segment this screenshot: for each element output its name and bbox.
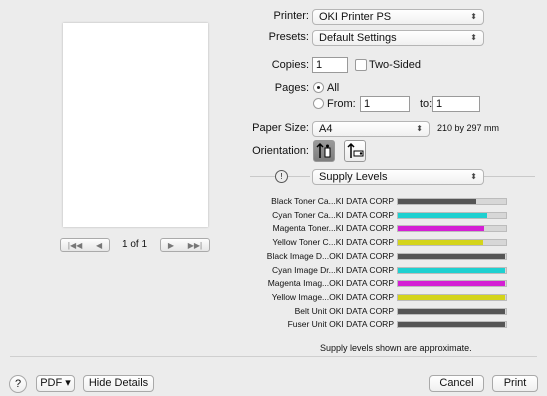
supply-level-bar [397, 307, 507, 315]
footer-divider [10, 356, 537, 357]
page-indicator: 1 of 1 [122, 239, 148, 250]
pages-all-radio[interactable] [313, 82, 324, 93]
supply-name: Black Toner Ca...KI DATA CORP [271, 196, 394, 206]
pages-from-radio[interactable] [313, 98, 324, 109]
two-sided-label: Two-Sided [369, 59, 421, 71]
supply-level-bar [397, 266, 507, 274]
info-icon[interactable]: ! [275, 170, 288, 183]
supply-name: Yellow Toner C...KI DATA CORP [272, 237, 394, 248]
presets-label: Presets: [268, 31, 309, 43]
hide-details-button[interactable]: Hide Details [83, 375, 154, 392]
orientation-label: Orientation: [252, 145, 309, 157]
supply-level-bar [397, 198, 507, 205]
supply-level-fill [398, 199, 476, 204]
supply-name: Fuser Unit OKI DATA CORP [287, 319, 394, 330]
supply-name: Black Image D...OKI DATA CORP [266, 250, 394, 261]
supply-row: Black Image D...OKI DATA CORP [200, 250, 512, 262]
supply-level-bar [397, 293, 507, 301]
supply-level-bar [397, 211, 507, 219]
popup-arrows-icon: ⬍ [470, 33, 477, 42]
supply-name: Yellow Image...OKI DATA CORP [271, 291, 394, 302]
supply-row: Yellow Image...OKI DATA CORP [200, 291, 512, 303]
supply-name: Belt Unit OKI DATA CORP [294, 305, 394, 316]
portrait-icon [316, 142, 331, 158]
supply-row: Cyan Image Dr...KI DATA CORP [200, 264, 512, 276]
section-value: Supply Levels [319, 171, 388, 183]
pages-to-label: to: [420, 98, 433, 110]
supply-level-fill [398, 253, 505, 259]
paper-size-value: A4 [319, 123, 333, 135]
supply-level-fill [398, 322, 505, 328]
popup-arrows-icon: ⬍ [470, 12, 477, 21]
supply-level-fill [398, 212, 487, 218]
landscape-icon [347, 142, 364, 158]
pages-from-field[interactable]: 1 [360, 96, 410, 112]
supply-level-fill [398, 308, 505, 314]
presets-value: Default Settings [319, 32, 397, 44]
copies-label: Copies: [271, 59, 309, 71]
cancel-button[interactable]: Cancel [429, 375, 484, 392]
orientation-portrait-button[interactable] [313, 140, 335, 162]
supply-level-fill [398, 294, 505, 300]
supply-level-bar [397, 321, 507, 329]
supply-name: Cyan Toner Ca...KI DATA CORP [272, 209, 394, 220]
page-preview [63, 23, 208, 227]
pages-from-label: From: [327, 98, 356, 110]
supply-row: Magenta Imag...OKI DATA CORP [200, 278, 512, 289]
supply-level-bar [397, 239, 507, 247]
supply-level-bar [397, 280, 507, 288]
pages-to-field[interactable]: 1 [432, 96, 480, 112]
supply-level-bar [397, 252, 507, 260]
popup-arrows-icon: ⬍ [470, 172, 477, 181]
supply-row: Magenta Toner...KI DATA CORP [200, 223, 512, 234]
next-page-button[interactable]: ▶ [168, 241, 174, 250]
pdf-menu-button[interactable]: PDF ▾ [36, 375, 75, 392]
two-sided-checkbox[interactable] [355, 59, 367, 71]
supply-name: Cyan Image Dr...KI DATA CORP [271, 264, 394, 275]
supply-levels-note: Supply levels shown are approximate. [320, 343, 472, 353]
supply-row: Belt Unit OKI DATA CORP [200, 305, 512, 317]
copies-field[interactable]: 1 [312, 57, 348, 73]
supply-row: Black Toner Ca...KI DATA CORP [200, 196, 512, 207]
first-page-button[interactable]: |◀◀ [68, 241, 82, 250]
preview-pager: |◀◀ ◀ 1 of 1 ▶ ▶▶| [60, 238, 210, 252]
section-divider-right [483, 176, 535, 177]
supply-row: Fuser Unit OKI DATA CORP [200, 319, 512, 330]
supply-level-fill [398, 267, 505, 273]
popup-arrows-icon: ⬍ [416, 124, 423, 133]
paper-size-label: Paper Size: [252, 122, 309, 134]
paper-size-popup[interactable]: A4 ⬍ [312, 121, 430, 137]
print-button[interactable]: Print [492, 375, 538, 392]
supply-level-fill [398, 226, 485, 232]
preview-nav-back-group: |◀◀ ◀ [60, 238, 110, 252]
pages-label: Pages: [274, 82, 309, 94]
supply-level-bar [397, 225, 507, 233]
orientation-landscape-button[interactable] [344, 140, 366, 162]
printer-value: OKI Printer PS [319, 11, 392, 23]
supply-level-fill [398, 240, 484, 246]
supply-row: Cyan Toner Ca...KI DATA CORP [200, 209, 512, 221]
supply-name: Magenta Toner...KI DATA CORP [272, 223, 394, 234]
help-button[interactable]: ? [9, 375, 27, 393]
pages-all-label: All [327, 82, 340, 94]
supply-row: Yellow Toner C...KI DATA CORP [200, 237, 512, 248]
printer-label: Printer: [273, 10, 309, 22]
printer-popup[interactable]: OKI Printer PS ⬍ [312, 9, 484, 25]
prev-page-button[interactable]: ◀ [96, 241, 102, 250]
section-popup[interactable]: Supply Levels ⬍ [312, 169, 484, 185]
supply-level-fill [398, 281, 505, 287]
paper-size-dims: 210 by 297 mm [437, 123, 500, 133]
supply-name: Magenta Imag...OKI DATA CORP [267, 278, 394, 289]
presets-popup[interactable]: Default Settings ⬍ [312, 30, 484, 46]
